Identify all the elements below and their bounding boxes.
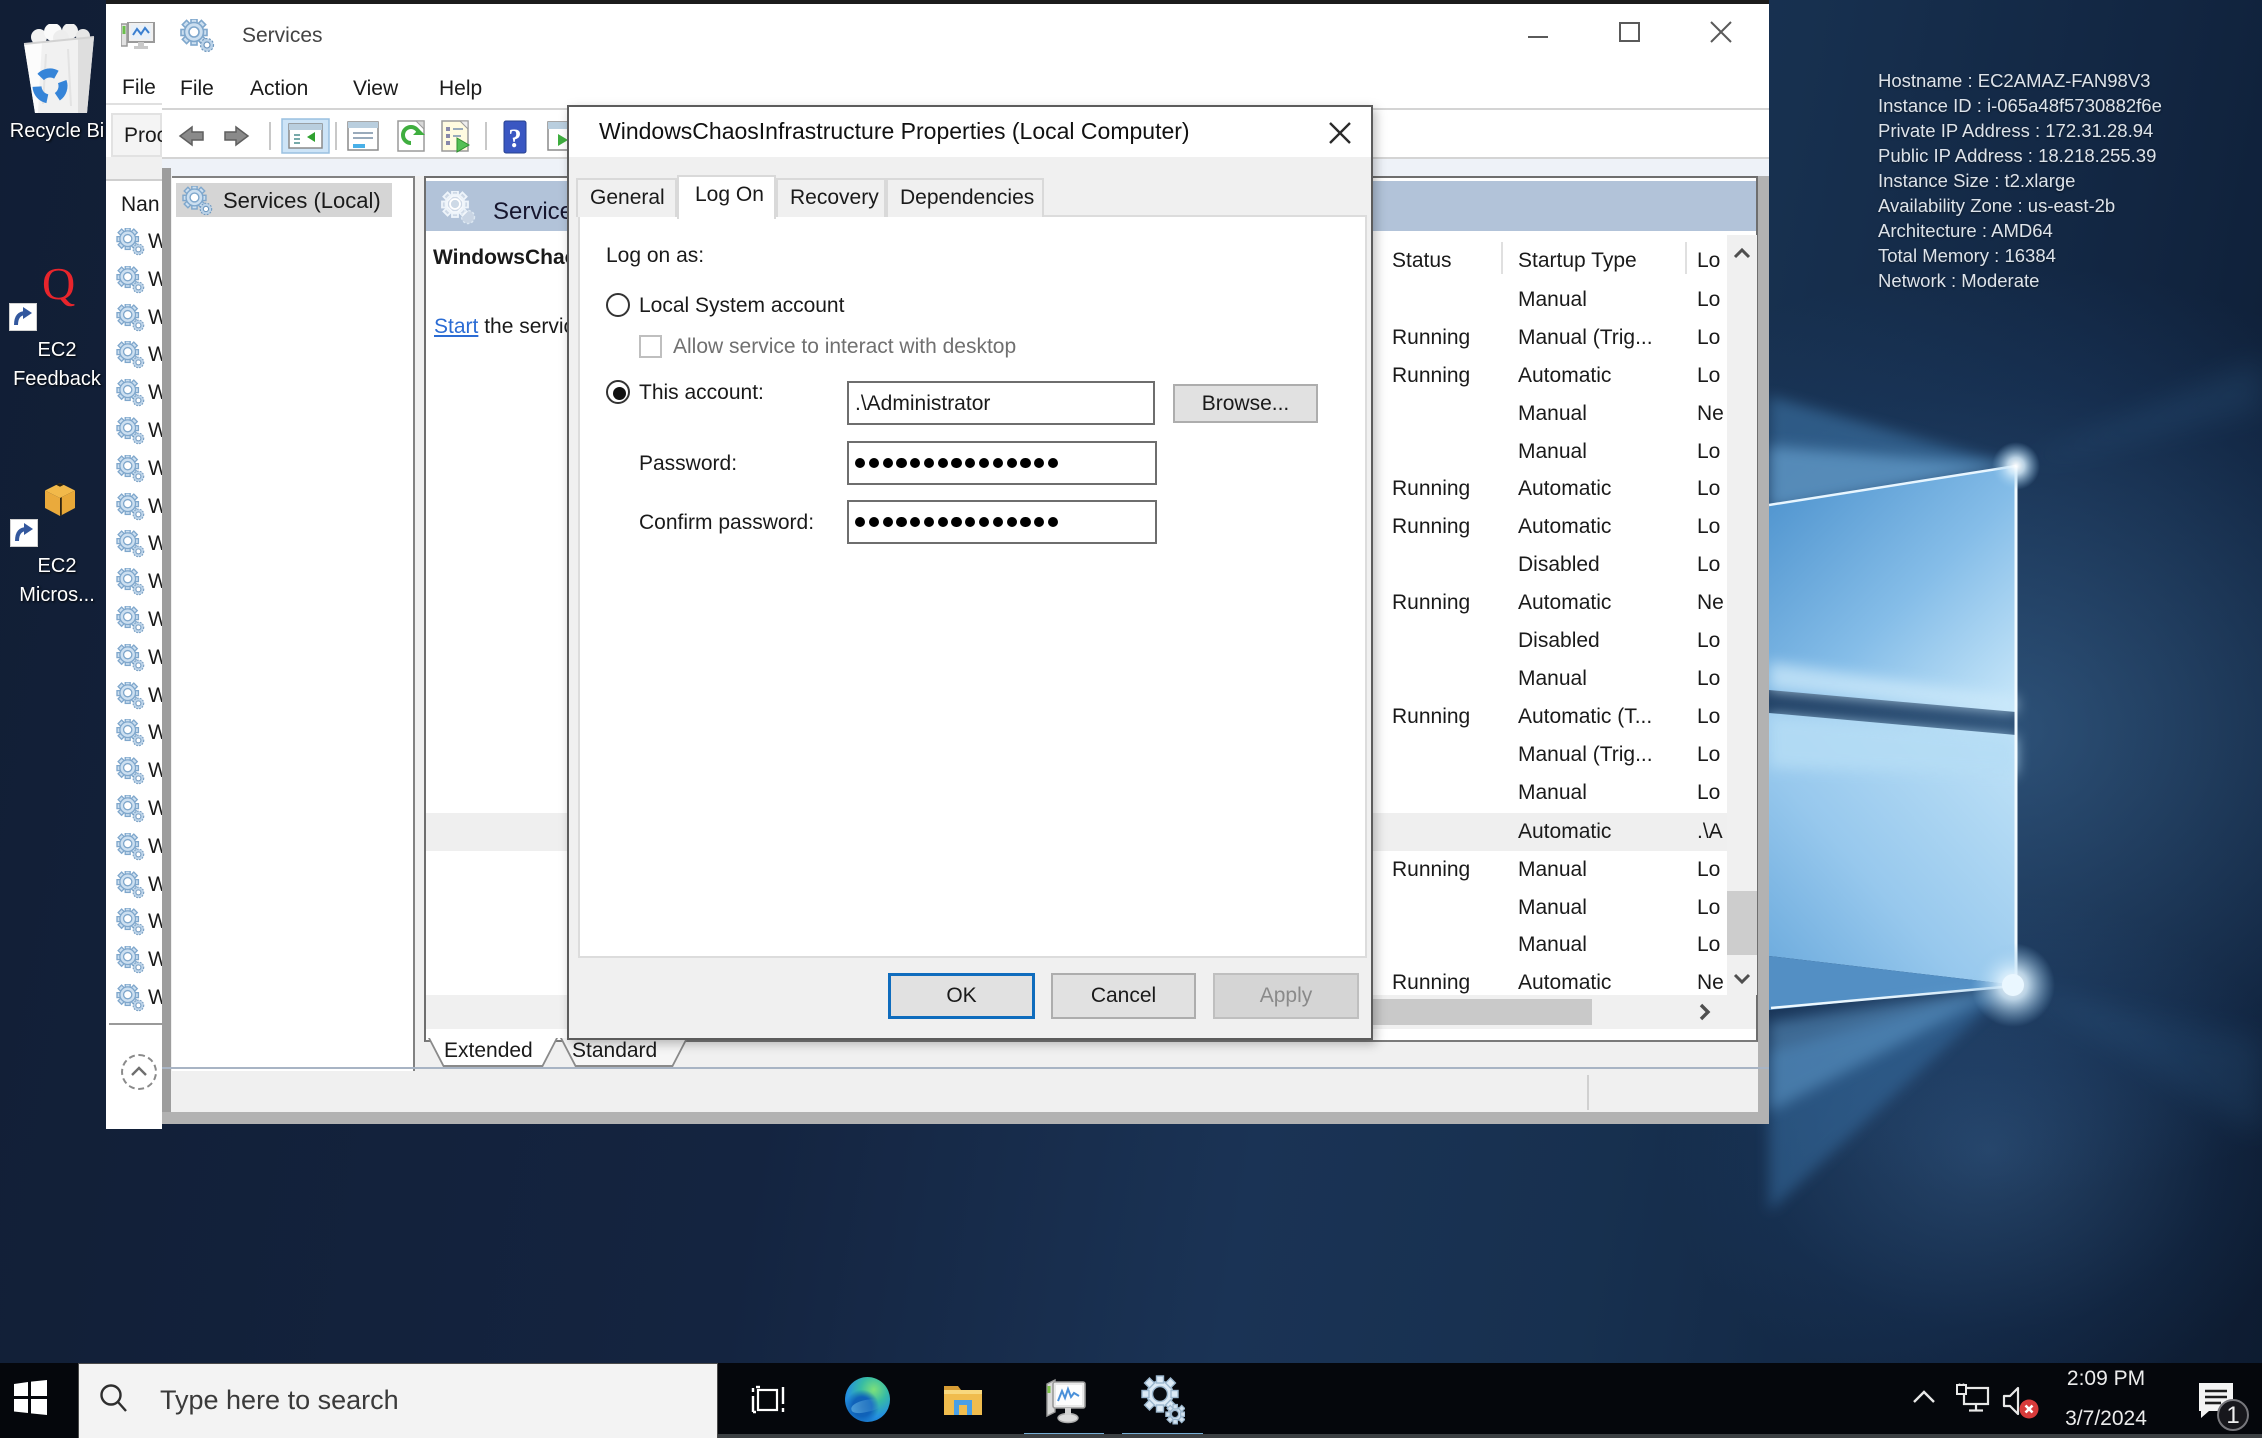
svg-text:?: ?	[509, 124, 522, 153]
svg-text:1: 1	[2226, 1402, 2239, 1429]
